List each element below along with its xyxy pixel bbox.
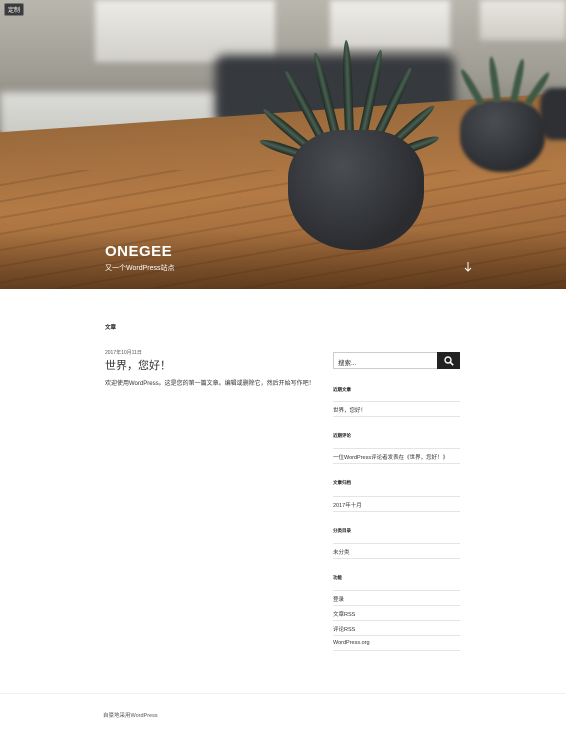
search-icon	[444, 356, 454, 366]
background-window	[330, 0, 450, 48]
table-shadow	[0, 230, 566, 289]
site-description: 又一个WordPress站点	[105, 265, 175, 272]
header-image	[0, 0, 566, 289]
widget-link-comments-rss[interactable]: 评论RSS	[333, 620, 460, 633]
search-input[interactable]: 搜索...	[333, 352, 438, 369]
plant-pot	[288, 130, 424, 250]
widget-link-recent-comment[interactable]: 一位WordPress评论者发表在《世界，您好！》	[333, 448, 460, 464]
site-title[interactable]: ONEGEE	[105, 243, 172, 260]
section-heading: 文章	[105, 325, 117, 331]
widget-link-wordpress-org[interactable]: WordPress.org	[333, 635, 460, 651]
background-window	[95, 0, 275, 62]
widget-title-recent-comments: 近期评论	[333, 433, 351, 438]
search-form: 搜索...	[333, 352, 460, 369]
post-title[interactable]: 世界，您好！	[105, 357, 171, 373]
background-plant-pot	[460, 100, 545, 172]
widget-link-login[interactable]: 登录	[333, 590, 460, 603]
customize-button[interactable]: 定制	[4, 3, 25, 16]
widget-title-categories: 分类目录	[333, 528, 351, 533]
widget-title-recent-posts: 近期文章	[333, 387, 351, 392]
footer-credit-link[interactable]: 自豪地采用WordPress	[103, 711, 158, 719]
widget-link-entries-rss[interactable]: 文章RSS	[333, 605, 460, 618]
widget-link-archive[interactable]: 2017年十月	[333, 496, 460, 512]
widget-title-meta: 功能	[333, 575, 342, 580]
search-placeholder: 搜索...	[338, 360, 357, 367]
search-button[interactable]	[437, 352, 460, 369]
post-excerpt: 欢迎使用WordPress。这是您的第一篇文章。编辑或删除它，然后开始写作吧！	[105, 381, 315, 387]
arrow-down-icon[interactable]	[464, 262, 472, 275]
widget-link-recent-post[interactable]: 世界，您好！	[333, 401, 460, 417]
background-window	[480, 0, 566, 40]
footer-divider	[0, 693, 566, 694]
widget-link-category[interactable]: 未分类	[333, 543, 460, 559]
widget-title-archives: 文章归档	[333, 480, 351, 485]
post-date[interactable]: 2017年10月11日	[105, 349, 142, 356]
